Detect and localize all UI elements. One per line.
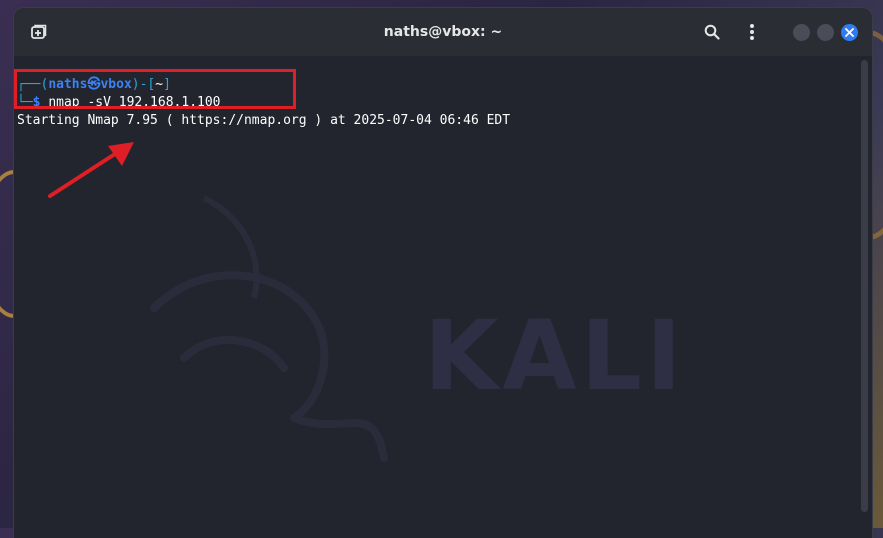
minimize-icon[interactable] xyxy=(793,23,810,41)
close-icon[interactable] xyxy=(841,23,858,41)
annotation-highlight-box xyxy=(14,69,296,109)
new-tab-icon[interactable] xyxy=(30,23,48,41)
window-title: naths@vbox: ~ xyxy=(383,24,503,40)
search-icon[interactable] xyxy=(702,22,722,42)
title-bar-controls xyxy=(702,22,858,42)
terminal-output[interactable]: ┌──(naths㉿vbox)-[~] └─$ nmap -sV 192.168… xyxy=(14,56,872,538)
kebab-menu-icon[interactable] xyxy=(742,22,762,42)
annotation-arrow-icon xyxy=(48,142,134,198)
title-bar[interactable]: naths@vbox: ~ xyxy=(14,8,872,56)
maximize-icon[interactable] xyxy=(817,23,834,41)
output-line: Starting Nmap 7.95 ( https://nmap.org ) … xyxy=(17,113,511,128)
scrollbar[interactable] xyxy=(861,60,868,512)
